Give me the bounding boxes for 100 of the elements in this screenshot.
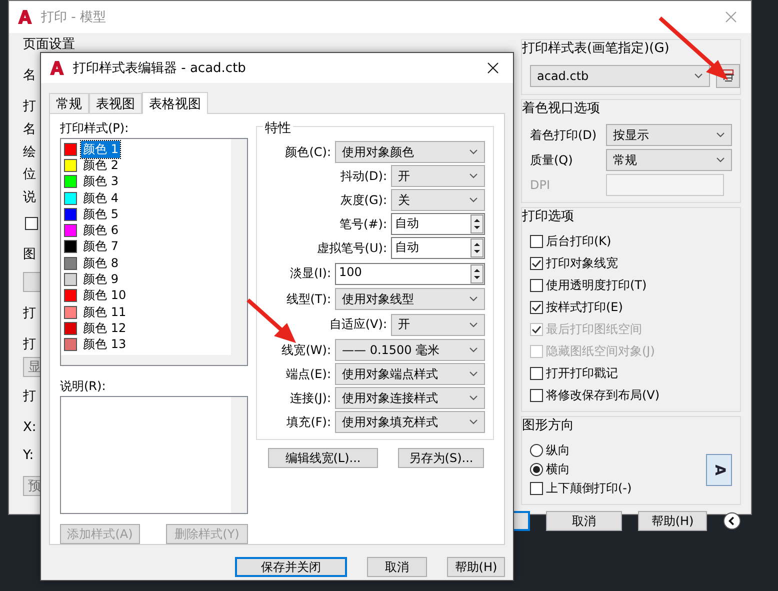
property-label: 端点(E): <box>285 366 331 382</box>
radio-option[interactable]: 横向 <box>522 460 632 479</box>
list-item[interactable]: 颜色 4 <box>81 190 120 207</box>
close-icon[interactable] <box>487 62 499 74</box>
field-label: X: <box>23 420 36 434</box>
scrollbar[interactable] <box>231 139 247 355</box>
group-title: 打 <box>23 388 36 405</box>
property-label: 连接(J): <box>289 390 331 406</box>
property-button[interactable]: 另存为(S)... <box>398 448 484 468</box>
checkbox-option[interactable]: 将修改保存到布局(V) <box>522 386 740 405</box>
dialog-button[interactable]: 帮助(H) <box>638 511 707 531</box>
group-title: 图 <box>23 246 36 263</box>
spinner-icon[interactable] <box>470 264 484 284</box>
check-icon <box>531 324 542 335</box>
property-dropdown[interactable]: 使用对象连接样式 <box>335 387 485 409</box>
dropdown[interactable]: 按显示 <box>606 124 732 146</box>
field-label: Y: <box>23 448 34 462</box>
checkbox-option[interactable]: 按样式打印(E) <box>522 298 740 317</box>
list-item[interactable]: 颜色 10 <box>81 287 128 304</box>
chevron-icon <box>469 371 478 377</box>
table-edit-icon <box>721 69 735 83</box>
checkbox-option[interactable]: 使用透明度打印(T) <box>522 276 740 295</box>
scrollbar[interactable] <box>61 354 247 365</box>
property-dropdown[interactable]: 使用对象线型 <box>335 288 485 310</box>
tab[interactable]: 表视图 <box>89 93 142 113</box>
group-title: 打印选项 <box>522 208 575 225</box>
property-dropdown[interactable]: 开 <box>391 314 485 336</box>
checkbox-option[interactable]: 打开打印戳记 <box>522 364 740 383</box>
checkbox-option[interactable]: 打印对象线宽 <box>522 254 740 273</box>
property-dropdown[interactable]: 使用对象填充样式 <box>335 411 485 433</box>
logo-icon <box>17 9 33 25</box>
spinner-icon[interactable] <box>470 238 484 258</box>
property-label: 线宽(W): <box>280 342 331 358</box>
list-item[interactable]: 颜色 3 <box>81 173 120 190</box>
plot-style-select[interactable]: acad.ctb <box>530 65 710 87</box>
property-label: 线型(T): <box>285 290 331 308</box>
radio-option[interactable]: 纵向 <box>522 441 632 460</box>
dialog-button[interactable]: 取消 <box>367 557 427 577</box>
group-title: 特性 <box>263 119 293 137</box>
list-item[interactable]: 颜色 7 <box>81 238 120 256</box>
chevron-icon <box>469 395 478 401</box>
property-label: 颜色(C): <box>284 144 331 160</box>
list-item[interactable]: 颜色 12 <box>81 320 128 337</box>
property-dropdown[interactable]: 关 <box>391 189 485 211</box>
property-label: 笔号(#): <box>338 216 387 232</box>
dialog-button[interactable]: 帮助(H) <box>447 557 505 577</box>
property-dropdown[interactable]: —— 0.1500 毫米 <box>335 339 485 361</box>
property-dropdown[interactable]: 使用对象颜色 <box>335 141 485 163</box>
list-item[interactable]: 颜色 2 <box>81 156 120 174</box>
chevron-icon <box>469 173 478 179</box>
list-item[interactable]: 颜色 5 <box>81 206 120 223</box>
list-item[interactable]: 颜色 13 <box>81 336 128 354</box>
field-label: 着色打印(D) <box>530 126 598 144</box>
list-item[interactable]: 颜色 8 <box>81 254 120 272</box>
group-title: 打印样式表(画笔指定)(G) <box>522 40 670 57</box>
group-title: 页面设置 <box>23 36 75 53</box>
chevron-icon <box>469 149 478 155</box>
logo-icon <box>49 60 65 76</box>
group-title: 图形方向 <box>522 417 575 434</box>
property-label: 淡显(I): <box>289 265 331 282</box>
property-label: 抖动(D): <box>339 168 387 184</box>
field-label: 位 <box>23 166 36 183</box>
collapse-icon[interactable] <box>722 511 741 531</box>
list-item[interactable]: 颜色 11 <box>81 304 128 321</box>
window-title: 打印 - 模型 <box>41 9 107 26</box>
chevron-icon <box>694 73 703 79</box>
property-button[interactable]: 编辑线宽(L)... <box>268 448 378 468</box>
spinner-icon[interactable] <box>470 214 484 234</box>
style-list[interactable]: 颜色 1 颜色 2 颜色 3 颜色 4 颜色 5 颜色 6 颜色 7 颜色 8 颜色 9 颜色 10 颜色 11 颜色 12 颜色 13 <box>60 138 248 366</box>
window-title: 打印样式表编辑器 - acad.ctb <box>73 60 247 77</box>
dialog-button[interactable]: 保存并关闭 <box>235 557 347 577</box>
chevron-icon <box>469 347 478 353</box>
field-label: DPI <box>530 178 552 192</box>
property-label: 填充(F): <box>286 414 331 430</box>
field-label: 说 <box>23 189 36 206</box>
list-item[interactable]: 颜色 9 <box>81 271 120 288</box>
checkbox[interactable] <box>25 216 38 230</box>
group-title: 打 <box>23 305 36 322</box>
group-title: 打 <box>23 98 36 115</box>
chevron-icon <box>716 132 725 138</box>
list-item[interactable]: 颜色 6 <box>81 222 120 240</box>
page-orientation-icon: A <box>706 454 732 486</box>
list-item[interactable]: 颜色 1 <box>81 140 120 158</box>
check-icon <box>531 302 542 313</box>
dialog-button[interactable]: 取消 <box>546 511 622 531</box>
spin-field[interactable]: 自动 <box>391 237 485 259</box>
dpi-field[interactable] <box>606 174 724 196</box>
property-dropdown[interactable]: 开 <box>391 165 485 187</box>
description-field[interactable] <box>60 396 248 514</box>
field-label: 打印样式(P): <box>60 120 130 137</box>
tab[interactable]: 常规 <box>49 93 89 113</box>
checkbox-option[interactable]: 上下颠倒打印(-) <box>522 479 632 498</box>
property-dropdown[interactable]: 使用对象端点样式 <box>335 363 485 385</box>
tab[interactable]: 表格视图 <box>142 92 208 114</box>
field-label: 质量(Q) <box>530 152 574 168</box>
checkbox-option[interactable]: 后台打印(K) <box>522 232 740 251</box>
spin-field[interactable]: 自动 <box>391 213 485 235</box>
chevron-icon <box>716 157 725 163</box>
spin-field[interactable]: 100 <box>335 262 485 284</box>
dropdown[interactable]: 常规 <box>606 149 732 171</box>
